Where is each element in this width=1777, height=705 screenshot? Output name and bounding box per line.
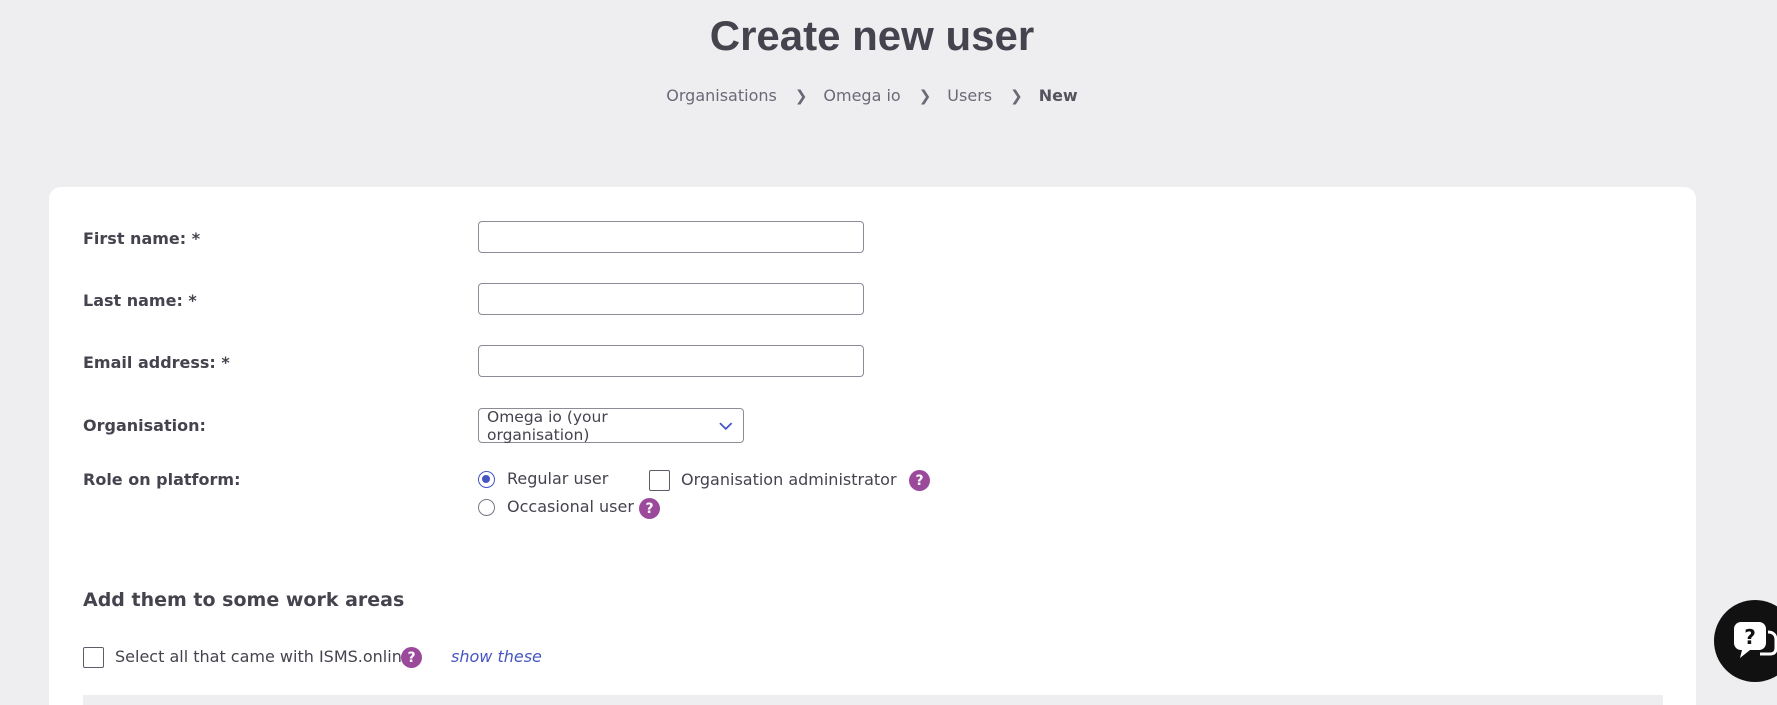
form-card: First name: * Last name: * Email address… (49, 187, 1696, 705)
breadcrumb-users[interactable]: Users (947, 86, 992, 105)
role-occasional-label: Occasional user (507, 497, 634, 516)
role-occasional-radio[interactable] (478, 499, 495, 516)
breadcrumb-organisations[interactable]: Organisations (666, 86, 777, 105)
chat-help-icon: ? (1734, 622, 1777, 658)
organisation-label: Organisation: (83, 416, 206, 435)
breadcrumb-current: New (1038, 86, 1078, 105)
page: Create new user Organisations ❯ Omega io… (0, 0, 1777, 705)
chevron-right-icon: ❯ (1010, 86, 1023, 105)
breadcrumb-omega-io[interactable]: Omega io (823, 86, 900, 105)
work-areas-list (83, 695, 1663, 705)
question-mark-icon[interactable]: ? (401, 647, 422, 668)
role-label: Role on platform: (83, 470, 241, 489)
question-mark-icon[interactable]: ? (639, 498, 660, 519)
first-name-input[interactable] (478, 221, 864, 253)
chat-help-button[interactable]: ? (1714, 600, 1777, 682)
organisation-select-value: Omega io (your organisation) (487, 407, 608, 444)
work-areas-title: Add them to some work areas (83, 589, 405, 611)
last-name-label: Last name: * (83, 291, 197, 310)
show-these-link[interactable]: show these (451, 647, 542, 666)
role-regular-label: Regular user (507, 469, 609, 488)
email-label: Email address: * (83, 353, 230, 372)
chevron-down-icon (719, 421, 733, 430)
first-name-label: First name: * (83, 229, 201, 248)
role-admin-checkbox[interactable] (649, 470, 670, 491)
role-regular-radio[interactable] (478, 471, 495, 488)
page-title: Create new user (709, 12, 1035, 59)
select-all-checkbox[interactable] (83, 647, 104, 668)
chevron-right-icon: ❯ (794, 86, 808, 105)
svg-text:?: ? (1744, 625, 1756, 649)
chevron-right-icon: ❯ (918, 86, 932, 105)
breadcrumb: Organisations ❯ Omega io ❯ Users ❯ New (0, 86, 1744, 105)
organisation-select[interactable]: Omega io (your organisation) (478, 407, 744, 444)
last-name-input[interactable] (478, 283, 864, 315)
email-input[interactable] (478, 345, 864, 377)
question-mark-icon[interactable]: ? (909, 470, 930, 491)
role-admin-label: Organisation administrator (681, 470, 897, 489)
select-all-label: Select all that came with ISMS.online (115, 647, 412, 666)
